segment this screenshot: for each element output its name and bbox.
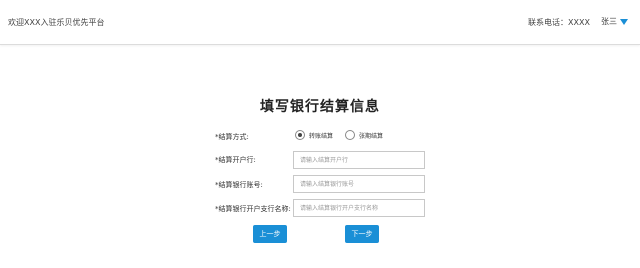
welcome-text: 欢迎XXX入驻乐贝优先平台 [8,18,105,27]
radio-transfer-settlement[interactable]: 转账结算 [295,130,333,140]
settlement-bank-label: *结算开户行: [215,156,256,164]
branch-name-label: *结算银行开户支行名称: [215,205,291,213]
bank-account-label: *结算银行账号: [215,181,263,189]
radio-label-periodic: 张期结算 [359,132,384,140]
caret-down-icon [620,18,628,25]
radio-periodic-settlement[interactable]: 张期结算 [345,130,383,140]
radio-label-transfer: 转账结算 [309,132,334,140]
user-menu[interactable]: 张三 [601,16,628,27]
branch-name-input[interactable] [293,199,425,217]
settlement-method-label: *结算方式: [215,133,249,141]
settlement-bank-input[interactable] [293,151,425,169]
prev-step-button[interactable]: 上一步 [253,225,287,243]
user-name: 张三 [601,17,617,26]
bank-account-input[interactable] [293,175,425,193]
next-step-button[interactable]: 下一步 [345,225,379,243]
settlement-method-radio-group: 转账结算 张期结算 [295,130,395,140]
radio-checked-icon [295,130,305,140]
radio-unchecked-icon [345,130,356,140]
top-header: 欢迎XXX入驻乐贝优先平台 联系电话：XXXX 张三 [0,0,640,45]
contact-phone: 联系电话：XXXX [528,18,590,27]
page-title: 填写银行结算信息 [260,99,380,115]
